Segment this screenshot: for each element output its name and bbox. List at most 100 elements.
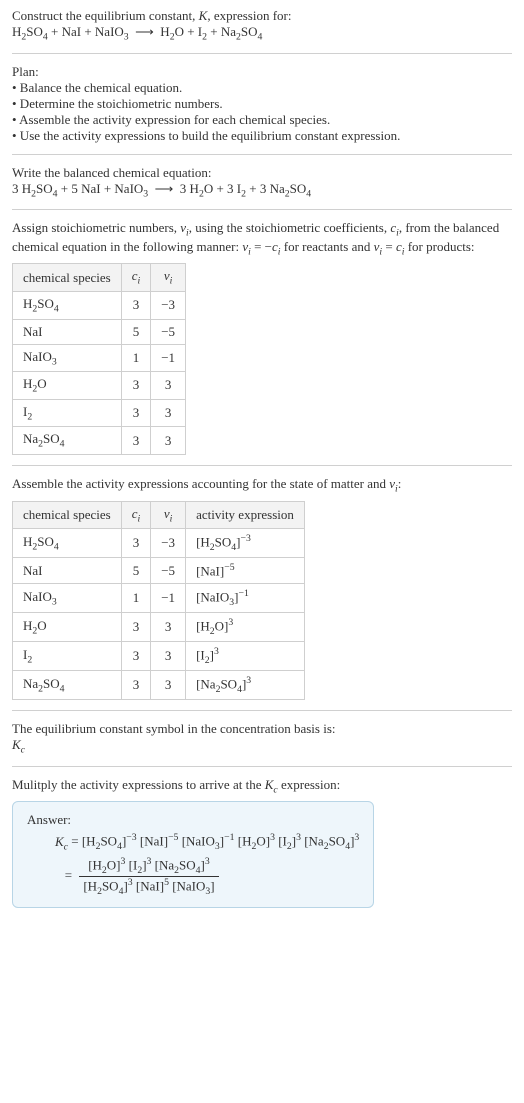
- title-line: Construct the equilibrium constant, K, e…: [12, 8, 512, 24]
- kc-symbol-block: The equilibrium constant symbol in the c…: [12, 721, 512, 756]
- answer-numerepisode: [H2O]3 [I2]3 [Na2SO4]3: [79, 856, 218, 877]
- cell-ci: 3: [121, 372, 151, 400]
- cell-species: NaIO3: [13, 344, 122, 372]
- col-ci: ci: [121, 501, 151, 529]
- divider: [12, 710, 512, 711]
- cell-vi: −3: [151, 291, 186, 319]
- kc-line: The equilibrium constant symbol in the c…: [12, 721, 512, 737]
- answer-expression: Kc = [H2SO4]−3 [NaI]−5 [NaIO3]−1 [H2O]3 …: [55, 832, 359, 897]
- answer-fraction: [H2O]3 [I2]3 [Na2SO4]3 [H2SO4]3 [NaI]5 […: [79, 856, 218, 897]
- cell-ci: 1: [121, 584, 151, 613]
- stoich-block: Assign stoichiometric numbers, νi, using…: [12, 220, 512, 455]
- table-row: Na2SO433[Na2SO4]3: [13, 671, 305, 700]
- divider: [12, 209, 512, 210]
- col-vi: νi: [151, 501, 186, 529]
- table-row: NaI5−5[NaI]−5: [13, 558, 305, 584]
- answer-denominator: [H2SO4]3 [NaI]5 [NaIO3]: [79, 877, 218, 897]
- divider: [12, 766, 512, 767]
- multiply-line: Mulitply the activity expressions to arr…: [12, 777, 512, 796]
- cell-vi: −5: [151, 558, 186, 584]
- cell-ci: 3: [121, 291, 151, 319]
- cell-species: NaI: [13, 319, 122, 344]
- table-row: NaI5−5: [13, 319, 186, 344]
- balanced-equation: 3 H2SO4 + 5 NaI + NaIO3 ⟶ 3 H2O + 3 I2 +…: [12, 181, 512, 200]
- table-row: I233: [13, 399, 186, 427]
- cell-species: H2SO4: [13, 529, 122, 558]
- cell-species: I2: [13, 399, 122, 427]
- table-row: H2O33[H2O]3: [13, 613, 305, 642]
- divider: [12, 53, 512, 54]
- cell-vi: 3: [151, 427, 186, 455]
- table-header-row: chemical species ci νi activity expressi…: [13, 501, 305, 529]
- table-header-row: chemical species ci νi: [13, 264, 186, 292]
- balanced-block: Write the balanced chemical equation: 3 …: [12, 165, 512, 200]
- cell-vi: 3: [151, 613, 186, 642]
- cell-activity: [NaI]−5: [186, 558, 305, 584]
- activity-table: chemical species ci νi activity expressi…: [12, 501, 305, 701]
- plan-item: • Determine the stoichiometric numbers.: [12, 96, 512, 112]
- title-block: Construct the equilibrium constant, K, e…: [12, 8, 512, 43]
- col-species: chemical species: [13, 264, 122, 292]
- col-ci: ci: [121, 264, 151, 292]
- cell-vi: −5: [151, 319, 186, 344]
- answer-box: Answer: Kc = [H2SO4]−3 [NaI]−5 [NaIO3]−1…: [12, 801, 374, 908]
- col-species: chemical species: [13, 501, 122, 529]
- col-activity: activity expression: [186, 501, 305, 529]
- cell-ci: 3: [121, 642, 151, 671]
- cell-vi: −3: [151, 529, 186, 558]
- title-equation: H2SO4 + NaI + NaIO3 ⟶ H2O + I2 + Na2SO4: [12, 24, 512, 43]
- plan-item: • Assemble the activity expression for e…: [12, 112, 512, 128]
- table-row: Na2SO433: [13, 427, 186, 455]
- table-row: H2SO43−3: [13, 291, 186, 319]
- cell-ci: 1: [121, 344, 151, 372]
- cell-vi: 3: [151, 399, 186, 427]
- stoich-table: chemical species ci νi H2SO43−3 NaI5−5 N…: [12, 263, 186, 455]
- cell-species: H2SO4: [13, 291, 122, 319]
- cell-activity: [I2]3: [186, 642, 305, 671]
- cell-ci: 5: [121, 319, 151, 344]
- cell-activity: [Na2SO4]3: [186, 671, 305, 700]
- cell-species: Na2SO4: [13, 427, 122, 455]
- table-row: I233[I2]3: [13, 642, 305, 671]
- plan-block: Plan: • Balance the chemical equation. •…: [12, 64, 512, 144]
- divider: [12, 465, 512, 466]
- cell-vi: 3: [151, 671, 186, 700]
- cell-species: NaI: [13, 558, 122, 584]
- cell-activity: [H2SO4]−3: [186, 529, 305, 558]
- cell-species: NaIO3: [13, 584, 122, 613]
- table-row: H2SO43−3[H2SO4]−3: [13, 529, 305, 558]
- cell-species: H2O: [13, 613, 122, 642]
- cell-vi: −1: [151, 344, 186, 372]
- col-vi: νi: [151, 264, 186, 292]
- cell-species: H2O: [13, 372, 122, 400]
- cell-ci: 3: [121, 399, 151, 427]
- cell-species: I2: [13, 642, 122, 671]
- multiply-block: Mulitply the activity expressions to arr…: [12, 777, 512, 908]
- cell-species: Na2SO4: [13, 671, 122, 700]
- cell-ci: 5: [121, 558, 151, 584]
- divider: [12, 154, 512, 155]
- plan-header: Plan:: [12, 64, 512, 80]
- plan-item: • Use the activity expressions to build …: [12, 128, 512, 144]
- cell-vi: 3: [151, 642, 186, 671]
- stoich-intro: Assign stoichiometric numbers, νi, using…: [12, 220, 512, 257]
- table-row: H2O33: [13, 372, 186, 400]
- cell-vi: −1: [151, 584, 186, 613]
- cell-ci: 3: [121, 427, 151, 455]
- kc-symbol: Kc: [12, 737, 512, 756]
- activity-block: Assemble the activity expressions accoun…: [12, 476, 512, 700]
- cell-ci: 3: [121, 529, 151, 558]
- answer-line-2: = [H2O]3 [I2]3 [Na2SO4]3 [H2SO4]3 [NaI]5…: [55, 856, 359, 897]
- balanced-header: Write the balanced chemical equation:: [12, 165, 512, 181]
- cell-ci: 3: [121, 671, 151, 700]
- cell-ci: 3: [121, 613, 151, 642]
- activity-intro: Assemble the activity expressions accoun…: [12, 476, 512, 495]
- table-row: NaIO31−1[NaIO3]−1: [13, 584, 305, 613]
- cell-activity: [H2O]3: [186, 613, 305, 642]
- cell-activity: [NaIO3]−1: [186, 584, 305, 613]
- plan-item: • Balance the chemical equation.: [12, 80, 512, 96]
- table-row: NaIO31−1: [13, 344, 186, 372]
- answer-line-1: Kc = [H2SO4]−3 [NaI]−5 [NaIO3]−1 [H2O]3 …: [55, 832, 359, 852]
- cell-vi: 3: [151, 372, 186, 400]
- answer-label: Answer:: [27, 812, 359, 828]
